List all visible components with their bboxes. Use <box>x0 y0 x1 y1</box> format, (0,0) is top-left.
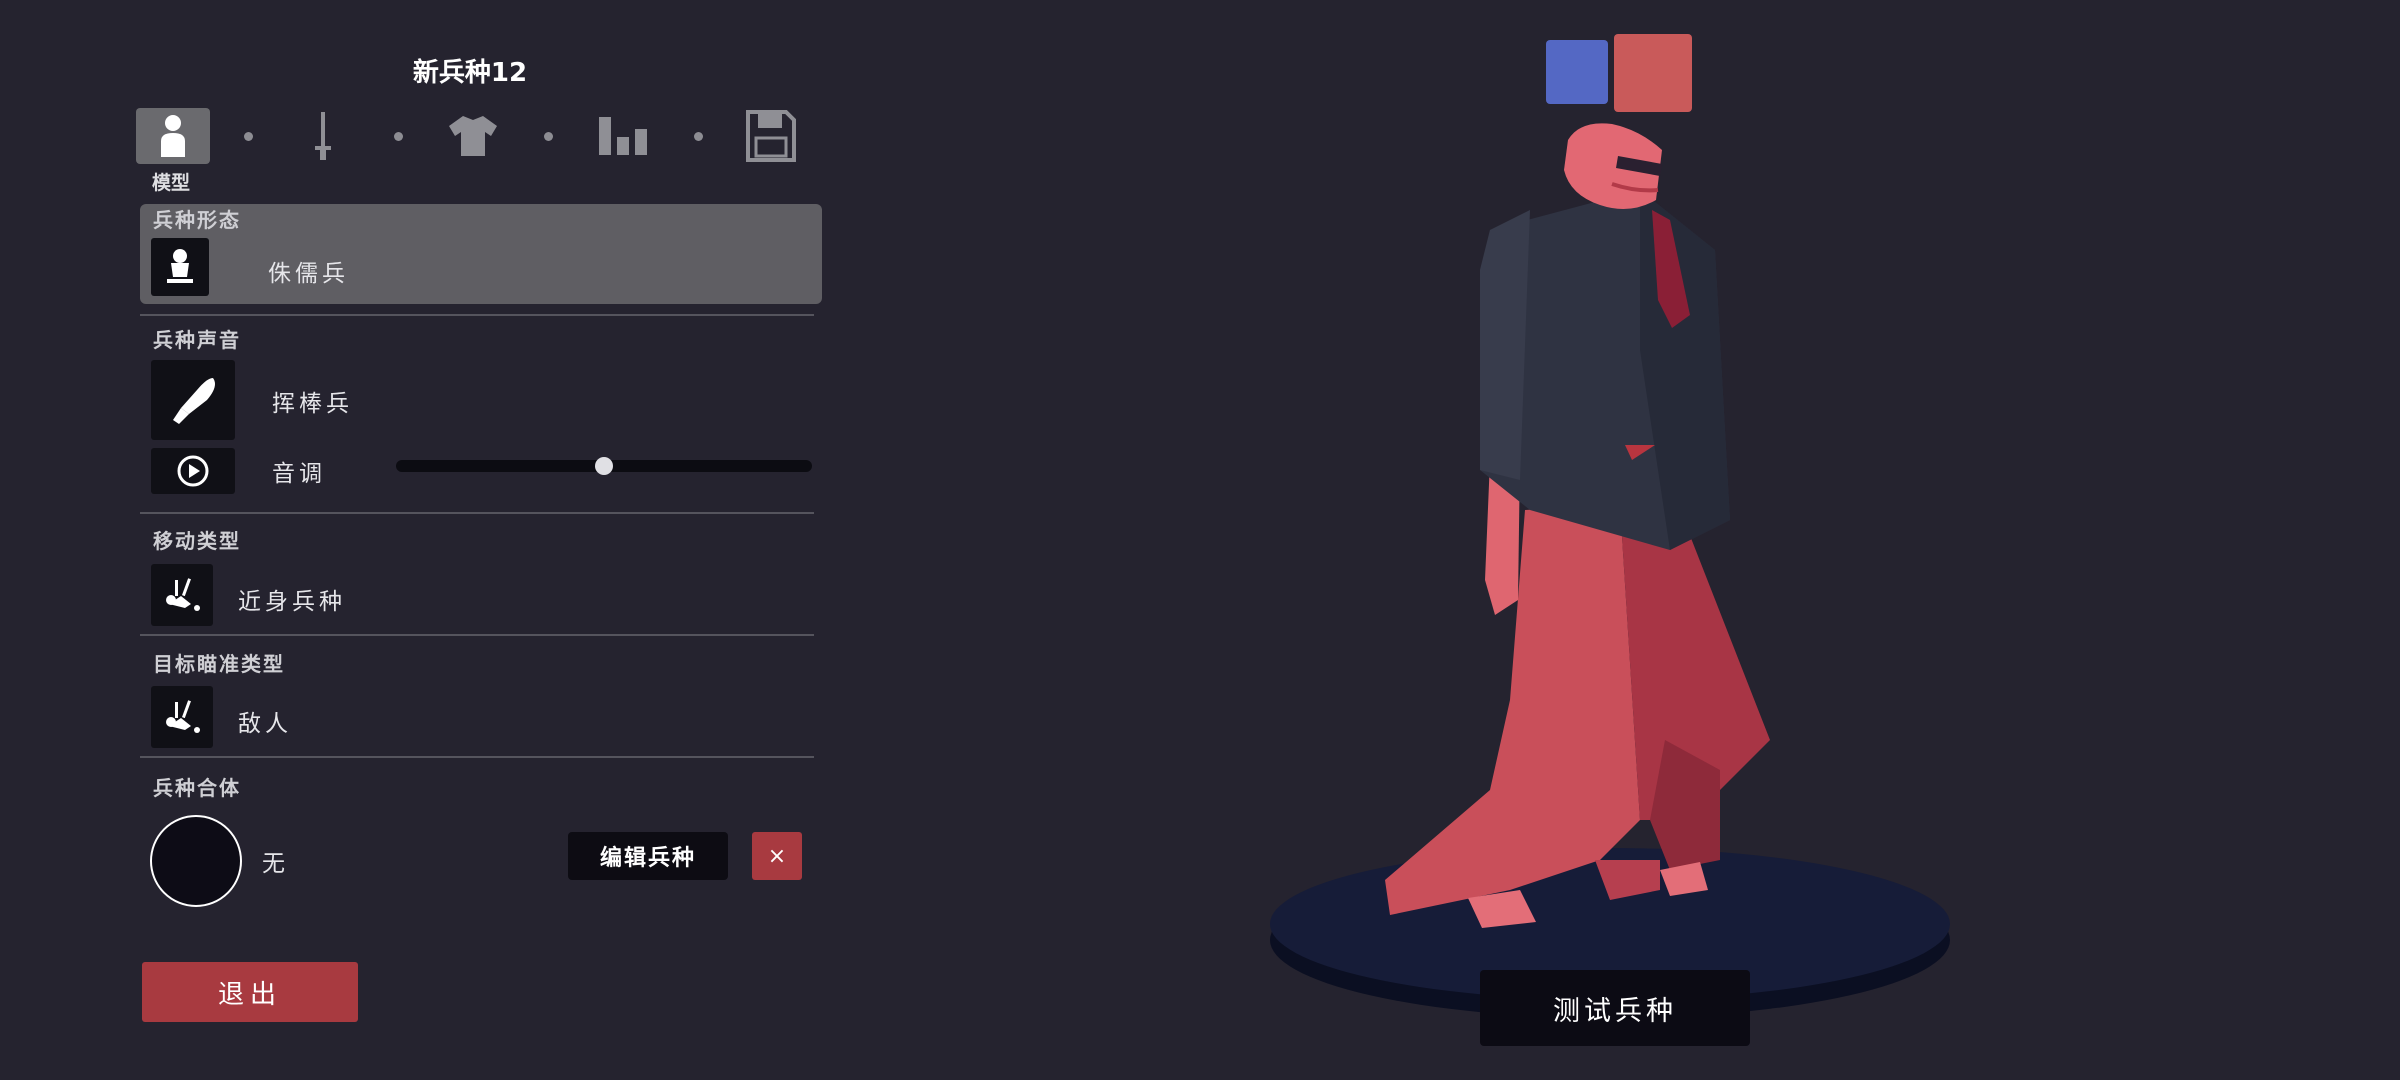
sword-icon <box>315 112 331 160</box>
target-type-label: 目标瞄准类型 <box>153 652 285 676</box>
movement-type-value: 近身兵种 <box>238 589 346 615</box>
pitch-slider[interactable] <box>396 457 812 475</box>
movement-type-label: 移动类型 <box>153 529 241 553</box>
unit-voice-label: 兵种声音 <box>153 328 241 352</box>
remove-merge-button[interactable]: × <box>752 832 802 880</box>
section-divider <box>140 634 814 636</box>
tab-separator-dot <box>694 132 703 141</box>
voice-play-button[interactable] <box>151 448 235 494</box>
target-type-value: 敌人 <box>238 711 292 737</box>
team-blue-swatch[interactable] <box>1546 40 1608 104</box>
club-icon <box>173 378 215 424</box>
unit-form-panel[interactable] <box>140 204 822 304</box>
target-type-icon-box[interactable] <box>151 686 213 748</box>
unit-form-icon-box[interactable] <box>151 238 209 296</box>
shirt-icon <box>449 116 497 156</box>
exit-button[interactable]: 退出 <box>142 962 358 1022</box>
active-tab-caption: 模型 <box>152 172 191 194</box>
unit-voice-icon-box[interactable] <box>151 360 235 440</box>
pitch-slider-handle[interactable] <box>595 457 613 475</box>
unit-form-label: 兵种形态 <box>153 208 241 232</box>
target-icon <box>166 700 200 733</box>
merge-unit-slot[interactable] <box>150 815 242 907</box>
tab-clothing[interactable] <box>436 108 510 164</box>
section-divider <box>140 756 814 758</box>
person-icon <box>161 115 185 157</box>
tab-separator-dot <box>244 132 253 141</box>
section-divider <box>140 314 814 316</box>
play-icon <box>177 455 209 487</box>
section-divider <box>140 512 814 514</box>
tab-stats[interactable] <box>586 108 660 164</box>
merge-unit-value: 无 <box>262 851 289 877</box>
bar-chart-icon <box>599 117 647 155</box>
unit-name-title: 新兵种12 <box>412 58 528 88</box>
dwarf-icon <box>167 249 193 283</box>
tab-separator-dot <box>394 132 403 141</box>
editor-tab-bar <box>136 108 796 166</box>
save-icon <box>746 110 796 162</box>
tab-separator-dot <box>544 132 553 141</box>
unit-merge-label: 兵种合体 <box>153 776 241 800</box>
tab-weapon[interactable] <box>286 108 360 164</box>
unit-voice-value: 挥棒兵 <box>272 391 353 417</box>
unit-preview-3d <box>1270 123 1950 1018</box>
pitch-label: 音调 <box>272 461 326 487</box>
test-unit-button[interactable]: 测试兵种 <box>1480 970 1750 1046</box>
tab-model[interactable] <box>136 108 210 164</box>
edit-unit-button[interactable]: 编辑兵种 <box>568 832 728 880</box>
tab-save[interactable] <box>734 108 808 164</box>
movement-type-icon-box[interactable] <box>151 564 213 626</box>
melee-icon <box>166 578 200 611</box>
unit-form-value: 侏儒兵 <box>268 261 349 287</box>
